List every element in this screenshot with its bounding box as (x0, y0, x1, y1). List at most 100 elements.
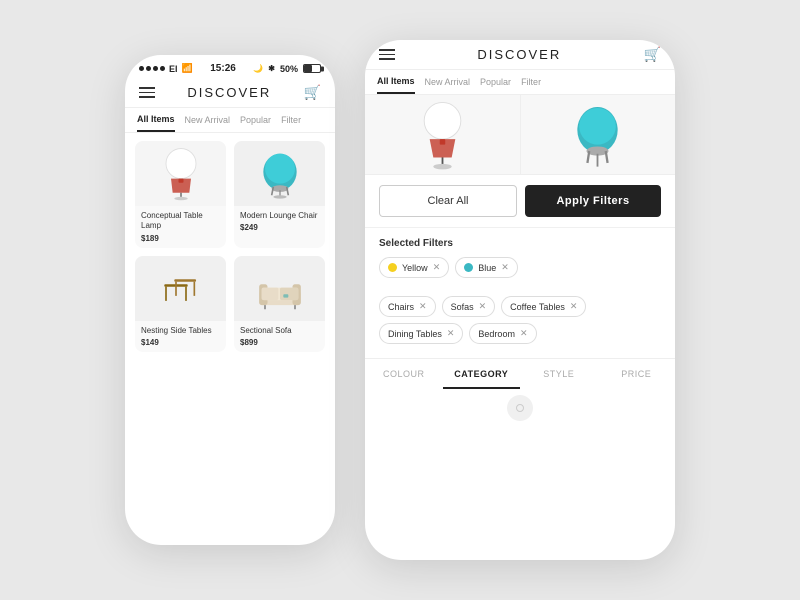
blue-label: Blue (478, 263, 496, 273)
selected-filters-section: Selected Filters Yellow ✕ Blue ✕ (365, 228, 675, 290)
selected-filters-title: Selected Filters (379, 238, 661, 249)
bedroom-label: Bedroom (478, 329, 515, 339)
app-title: DISCOVER (187, 85, 271, 100)
status-left: El 📶 (139, 63, 193, 74)
left-phone: El 📶 15:26 🌙 ✱ 50% DISCOVER 🛒 All Items … (125, 55, 335, 545)
dot-4 (160, 66, 165, 71)
product-price-lamp: $189 (141, 234, 220, 243)
product-image-chair (234, 141, 325, 206)
product-card-chair[interactable]: Modern Lounge Chair $249 (234, 141, 325, 248)
tables-svg (156, 258, 206, 318)
dining-tables-label: Dining Tables (388, 329, 442, 339)
lamp-svg (156, 144, 206, 204)
product-name-sofa: Sectional Sofa (240, 326, 319, 336)
right-tab-popular[interactable]: Popular (480, 77, 511, 93)
battery-icon (303, 64, 321, 73)
dot-3 (153, 66, 158, 71)
partial-product-lamp (365, 95, 521, 174)
app-header: DISCOVER 🛒 (125, 78, 335, 108)
sofa-svg (255, 258, 305, 318)
right-tab-filter[interactable]: Filter (521, 77, 541, 93)
moon-icon: 🌙 (253, 64, 263, 73)
product-image-sofa (234, 256, 325, 321)
wifi-icon: 📶 (182, 63, 193, 74)
filter-tag-yellow[interactable]: Yellow ✕ (379, 257, 449, 278)
filter-tab-category[interactable]: CATEGORY (443, 359, 521, 389)
product-card-tables[interactable]: Nesting Side Tables $149 (135, 256, 226, 352)
product-info-sofa: Sectional Sofa $899 (234, 321, 325, 352)
right-tab-all-items[interactable]: All Items (377, 76, 415, 94)
battery-percent: 50% (280, 64, 298, 74)
partial-lamp-svg (415, 100, 470, 170)
bedroom-remove[interactable]: ✕ (520, 328, 528, 339)
filter-tag-chairs[interactable]: Chairs ✕ (379, 296, 436, 317)
right-phone: DISCOVER 🛒 All Items New Arrival Popular… (365, 40, 675, 560)
color-filter-tags: Yellow ✕ Blue ✕ (379, 257, 661, 278)
status-bar: El 📶 15:26 🌙 ✱ 50% (125, 55, 335, 78)
right-app-header: DISCOVER 🛒 (365, 40, 675, 70)
product-name-lamp: Conceptual Table Lamp (141, 211, 220, 232)
dot-2 (146, 66, 151, 71)
filter-tag-sofas[interactable]: Sofas ✕ (442, 296, 496, 317)
right-tab-new-arrival[interactable]: New Arrival (425, 77, 471, 93)
tab-filter[interactable]: Filter (281, 115, 301, 131)
dot-1 (139, 66, 144, 71)
yellow-remove[interactable]: ✕ (433, 262, 441, 273)
blue-remove[interactable]: ✕ (501, 262, 509, 273)
scroll-indicator-area (365, 389, 675, 429)
yellow-label: Yellow (402, 263, 428, 273)
chair-svg (255, 144, 305, 204)
tab-all-items[interactable]: All Items (137, 114, 175, 132)
chairs-remove[interactable]: ✕ (419, 301, 427, 312)
product-price-chair: $249 (240, 223, 319, 232)
scroll-dot-inner (516, 404, 524, 412)
product-image-lamp (135, 141, 226, 206)
apply-filters-button[interactable]: Apply Filters (525, 185, 661, 217)
product-card-lamp[interactable]: Conceptual Table Lamp $189 (135, 141, 226, 248)
product-name-tables: Nesting Side Tables (141, 326, 220, 336)
sofas-remove[interactable]: ✕ (479, 301, 487, 312)
tab-new-arrival[interactable]: New Arrival (185, 115, 231, 131)
right-tab-bar: All Items New Arrival Popular Filter (365, 70, 675, 95)
product-info-tables: Nesting Side Tables $149 (135, 321, 226, 352)
partial-products (365, 95, 675, 175)
product-card-sofa[interactable]: Sectional Sofa $899 (234, 256, 325, 352)
filter-tag-coffee-tables[interactable]: Coffee Tables ✕ (501, 296, 586, 317)
product-info-chair: Modern Lounge Chair $249 (234, 206, 325, 237)
product-price-sofa: $899 (240, 338, 319, 347)
right-hamburger-menu[interactable] (379, 49, 395, 60)
partial-product-chair (521, 95, 676, 174)
scroll-dot (507, 395, 533, 421)
coffee-tables-remove[interactable]: ✕ (570, 301, 578, 312)
tab-popular[interactable]: Popular (240, 115, 271, 131)
filter-tab-price[interactable]: PRICE (598, 359, 676, 389)
bottom-filter-tabs: COLOUR CATEGORY STYLE PRICE (365, 358, 675, 389)
hamburger-menu[interactable] (139, 87, 155, 98)
partial-chair-svg (570, 100, 625, 170)
status-right: 🌙 ✱ 50% (253, 64, 321, 74)
tab-bar: All Items New Arrival Popular Filter (125, 108, 335, 133)
category-tags: Chairs ✕ Sofas ✕ Coffee Tables ✕ Dining … (365, 290, 675, 350)
product-price-tables: $149 (141, 338, 220, 347)
coffee-tables-label: Coffee Tables (510, 302, 565, 312)
filter-tag-blue[interactable]: Blue ✕ (455, 257, 518, 278)
bluetooth-icon: ✱ (268, 64, 275, 73)
filter-tag-bedroom[interactable]: Bedroom ✕ (469, 323, 536, 344)
product-grid: Conceptual Table Lamp $189 Modern Lounge… (125, 133, 335, 360)
blue-dot (464, 263, 473, 272)
filter-actions: Clear All Apply Filters (365, 175, 675, 228)
product-info-lamp: Conceptual Table Lamp $189 (135, 206, 226, 248)
filter-tab-colour[interactable]: COLOUR (365, 359, 443, 389)
filter-tab-style[interactable]: STYLE (520, 359, 598, 389)
sofas-label: Sofas (451, 302, 474, 312)
product-image-tables (135, 256, 226, 321)
filter-tag-dining-tables[interactable]: Dining Tables ✕ (379, 323, 463, 344)
product-name-chair: Modern Lounge Chair (240, 211, 319, 221)
chairs-label: Chairs (388, 302, 414, 312)
clear-all-button[interactable]: Clear All (379, 185, 517, 217)
right-cart-icon[interactable]: 🛒 (644, 46, 661, 63)
dining-tables-remove[interactable]: ✕ (447, 328, 455, 339)
cart-icon[interactable]: 🛒 (304, 84, 321, 101)
carrier-label: El (169, 64, 178, 74)
clock: 15:26 (210, 63, 236, 74)
